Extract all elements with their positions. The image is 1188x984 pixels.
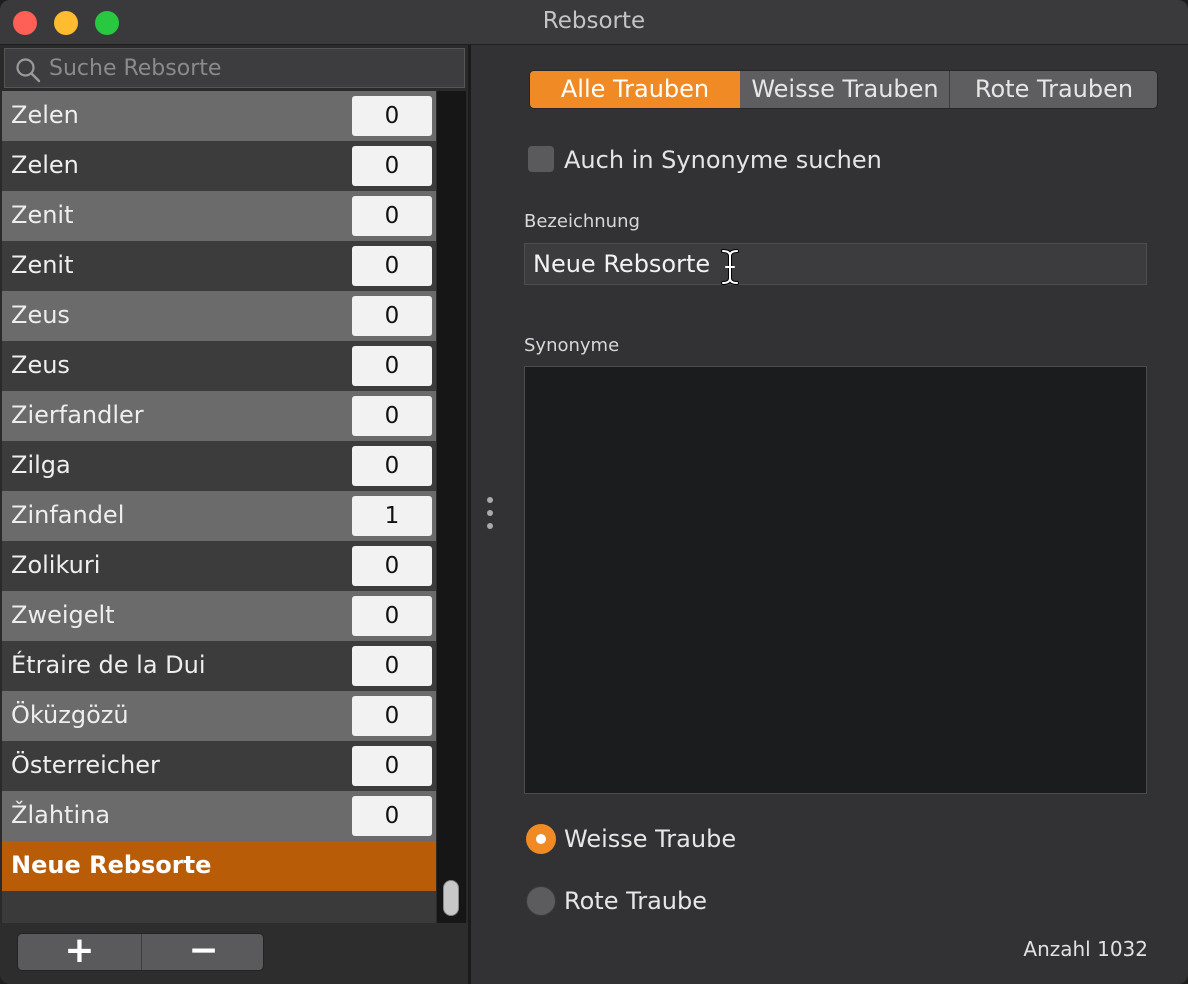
synonyme-label: Synonyme: [524, 335, 620, 356]
synonym-search-checkbox[interactable]: [527, 145, 555, 173]
tab-weisse-trauben[interactable]: Weisse Trauben: [741, 71, 950, 108]
grape-usage-count: 0: [352, 596, 432, 636]
add-remove-control: + −: [17, 933, 264, 971]
list-item[interactable]: Neue Rebsorte: [2, 841, 436, 891]
grape-usage-count: 0: [352, 796, 432, 836]
grape-usage-count: 1: [352, 496, 432, 536]
red-grape-label[interactable]: Rote Traube: [564, 887, 707, 915]
grape-name: Zolikuri: [11, 551, 101, 579]
white-grape-radio[interactable]: [526, 824, 556, 854]
grape-usage-count: 0: [352, 346, 432, 386]
window-title: Rebsorte: [542, 8, 646, 34]
grape-usage-count: 0: [352, 746, 432, 786]
grape-list[interactable]: Zelen 0 Zelen 0 Zenit 0 Zenit 0 Zeus 0 Zeus 0 Zierfa…: [2, 91, 436, 923]
grape-name: Zierfandler: [11, 401, 144, 429]
bezeichnung-field[interactable]: [524, 243, 1147, 285]
list-toolbar: + −: [0, 923, 468, 984]
grape-list-panel: Zelen0Zelen0Zenit0Zenit0Zeus0Zeus0Zierfa…: [0, 45, 468, 984]
grape-usage-count: 0: [352, 446, 432, 486]
grape-usage-count: 0: [352, 646, 432, 686]
split-handle-icon[interactable]: [487, 497, 493, 536]
list-item[interactable]: Zierfandler 0: [2, 391, 436, 441]
app-window: Rebsorte Zelen0Zelen0Zenit0Zenit0Zeus0Ze…: [0, 0, 1188, 984]
grape-name: Étraire de la Dui: [11, 651, 206, 679]
list-item[interactable]: Zenit 0: [2, 191, 436, 241]
list-scrollbar-thumb[interactable]: [443, 880, 459, 916]
grape-usage-count: 0: [352, 546, 432, 586]
grape-name: Zinfandel: [11, 501, 125, 529]
grape-usage-count: 0: [352, 146, 432, 186]
list-item[interactable]: Öküzgözü 0: [2, 691, 436, 741]
search-icon: [15, 57, 41, 87]
synonyme-field[interactable]: [524, 366, 1147, 794]
grape-name: Žlahtina: [11, 801, 111, 829]
tab-rote-trauben[interactable]: Rote Trauben: [950, 71, 1157, 108]
split-divider[interactable]: [468, 45, 471, 984]
grape-usage-count: 0: [352, 246, 432, 286]
search-input[interactable]: [49, 53, 449, 83]
grape-usage-count: 0: [352, 696, 432, 736]
list-item[interactable]: Zeus 0: [2, 341, 436, 391]
list-item[interactable]: Žlahtina 0: [2, 791, 436, 841]
grape-name: Zweigelt: [11, 601, 115, 629]
grape-name: Öküzgözü: [11, 701, 129, 729]
grape-usage-count: 0: [352, 196, 432, 236]
add-grape-button[interactable]: +: [18, 933, 142, 970]
list-scrollbar[interactable]: [437, 91, 466, 923]
list-item[interactable]: Zweigelt 0: [2, 591, 436, 641]
grape-name: Neue Rebsorte: [11, 851, 212, 879]
grape-name: Österreicher: [11, 751, 160, 779]
list-item[interactable]: Zeus 0: [2, 291, 436, 341]
grape-name: Zenit: [11, 251, 74, 279]
list-item[interactable]: Zenit 0: [2, 241, 436, 291]
grape-usage-count: 0: [352, 296, 432, 336]
tab-alle-trauben[interactable]: Alle Trauben: [530, 71, 740, 108]
white-grape-label[interactable]: Weisse Traube: [564, 825, 736, 853]
list-item[interactable]: Zelen 0: [2, 91, 436, 141]
synonyme-textarea[interactable]: [525, 367, 1146, 793]
red-grape-radio[interactable]: [526, 886, 556, 916]
synonym-search-label[interactable]: Auch in Synonyme suchen: [564, 146, 882, 174]
grape-name: Zelen: [11, 101, 79, 129]
grape-name: Zelen: [11, 151, 79, 179]
list-item[interactable]: Étraire de la Dui 0: [2, 641, 436, 691]
grape-usage-count: 0: [352, 96, 432, 136]
bezeichnung-label: Bezeichnung: [524, 211, 640, 232]
grape-count: Anzahl 1032: [1023, 937, 1148, 961]
list-item[interactable]: Zolikuri 0: [2, 541, 436, 591]
remove-grape-button[interactable]: −: [142, 933, 265, 970]
title-bar: Rebsorte: [0, 0, 1188, 45]
text-cursor-icon: [720, 249, 740, 289]
grape-filter-tabs: Alle Trauben Weisse Trauben Rote Trauben: [529, 70, 1158, 109]
list-item[interactable]: Österreicher 0: [2, 741, 436, 791]
grape-name: Zilga: [11, 451, 71, 479]
search-field[interactable]: [4, 48, 465, 88]
grape-name: Zeus: [11, 301, 70, 329]
grape-usage-count: 0: [352, 396, 432, 436]
list-item[interactable]: Zilga 0: [2, 441, 436, 491]
list-item[interactable]: Zinfandel 1: [2, 491, 436, 541]
bezeichnung-input[interactable]: [533, 249, 1123, 279]
grape-name: Zenit: [11, 201, 74, 229]
list-item[interactable]: Zelen 0: [2, 141, 436, 191]
grape-name: Zeus: [11, 351, 70, 379]
